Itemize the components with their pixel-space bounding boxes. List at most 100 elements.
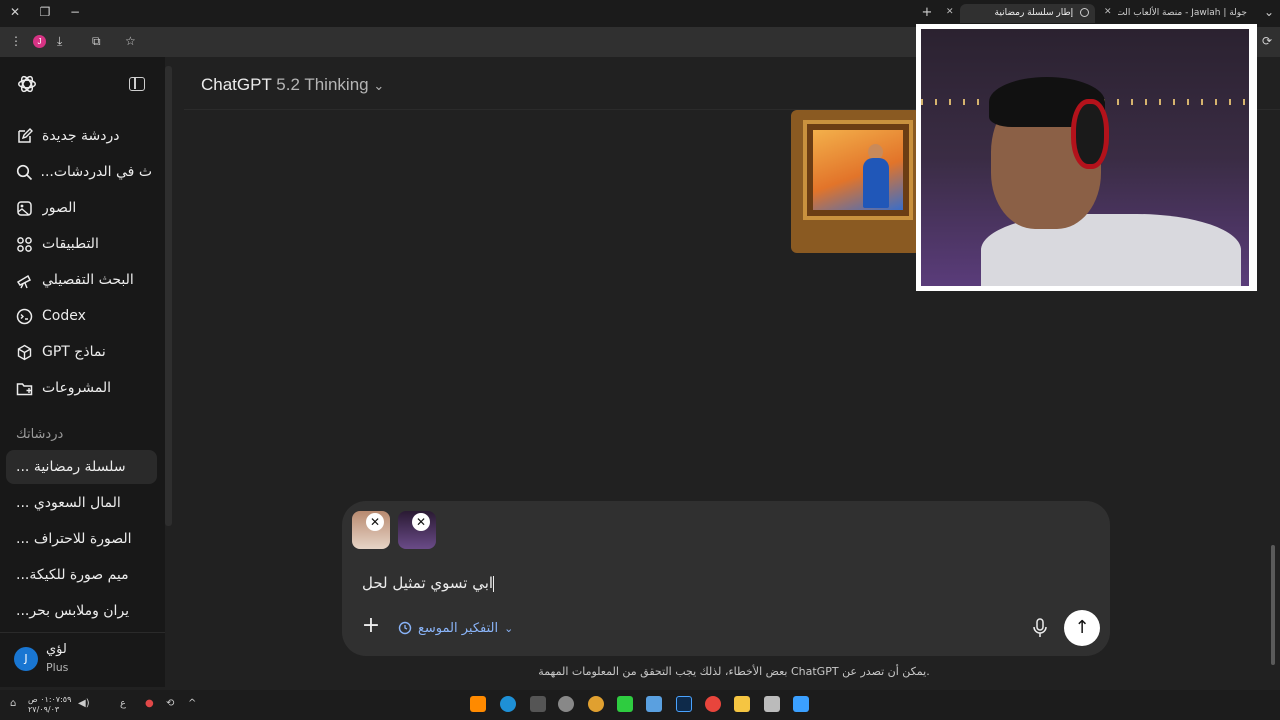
extended-thinking-label: التفكير الموسع [418, 620, 499, 636]
chrome-icon[interactable] [705, 696, 721, 712]
browser-tab-bar: ✕ ❐ − + ✕ إطار سلسلة رمضانية ✕ جولة | Ja… [0, 0, 1280, 27]
sidebar-item-projects[interactable]: المشروعات [0, 373, 160, 403]
user-plan: Plus [46, 661, 69, 674]
window-close-icon[interactable]: ✕ [6, 5, 24, 19]
volume-icon[interactable]: ◀) [78, 698, 90, 709]
tab-close-icon[interactable]: ✕ [946, 7, 954, 17]
model-version: 5.2 Thinking [276, 75, 369, 94]
profile-avatar[interactable]: J [33, 35, 46, 48]
generated-image[interactable] [791, 110, 921, 253]
sidebar-item-label: البحث التفصيلي [42, 272, 134, 288]
new-tab-button[interactable]: + [918, 5, 936, 20]
images-icon [16, 200, 42, 217]
tab-close-icon[interactable]: ✕ [1104, 7, 1112, 17]
discord-icon[interactable] [588, 696, 604, 712]
codex-icon [16, 308, 42, 325]
clock-time: ٠١:٠٧:٥٩ ص [28, 695, 72, 704]
sidebar-item-label: Codex [42, 308, 86, 324]
image-frame [803, 120, 913, 220]
message-composer: ✕ ✕ ابي تسوي تمثيل لحل + التفكير الموسع … [342, 501, 1110, 656]
language-indicator[interactable]: ع [120, 698, 126, 709]
chat-item[interactable]: ... سلسلة رمضانية [6, 450, 157, 484]
remove-attachment-icon[interactable]: ✕ [412, 513, 430, 531]
start-menu-icon[interactable] [793, 696, 809, 712]
app-icon[interactable] [530, 696, 546, 712]
chatgpt-app-icon[interactable] [558, 696, 574, 712]
browser-tab[interactable]: جولة | Jawlah - منصة الألعاب الت [1118, 4, 1253, 23]
prompt-text: ابي تسوي تمثيل لحل [362, 574, 494, 592]
remove-attachment-icon[interactable]: ✕ [366, 513, 384, 531]
sidebar-item-label: التطبيقات [42, 236, 99, 252]
headset-icon [1071, 99, 1109, 169]
sidebar-item-apps[interactable]: التطبيقات [0, 229, 160, 259]
sidebar-item-label: دردشة جديدة [42, 128, 120, 144]
extended-thinking-button[interactable]: التفكير الموسع ⌄ [398, 617, 513, 639]
chat-item[interactable]: ... المال السعودي [6, 486, 157, 520]
sidebar-item-new-chat[interactable]: دردشة جديدة [0, 121, 160, 151]
bookmark-star-icon[interactable]: ☆ [125, 34, 136, 48]
edge-icon[interactable] [500, 696, 516, 712]
sidebar-item-deep-research[interactable]: البحث التفصيلي [0, 265, 160, 295]
sidebar-item-gpts[interactable]: نماذج GPT [0, 337, 160, 367]
clock-date: ٢٧/٠٩/٠٣ [28, 705, 60, 714]
webcam-video [921, 29, 1249, 286]
avatar: J [14, 647, 38, 671]
sidebar: دردشة جديدة ث في الدردشات... الصور التطب… [0, 57, 165, 687]
sidebar-item-images[interactable]: الصور [0, 193, 160, 223]
menu-kebab-icon[interactable]: ⋮ [10, 34, 22, 48]
chevron-down-icon: ⌄ [504, 621, 514, 635]
notepad-icon[interactable] [646, 696, 662, 712]
chats-section-title: دردشاتك [16, 427, 64, 442]
sidebar-item-label: ث في الدردشات... [42, 164, 152, 180]
sidebar-item-label: المشروعات [42, 380, 112, 396]
user-name: لؤي [46, 642, 67, 657]
main-scrollbar[interactable] [1270, 60, 1276, 685]
chatgpt-favicon-icon [1080, 8, 1089, 17]
chat-item[interactable]: ...يران وملابس بحر [6, 594, 157, 628]
chevron-down-icon: ⌄ [373, 78, 385, 93]
chat-item[interactable]: ...ميم صورة للكيكة [6, 558, 157, 592]
model-selector[interactable]: ChatGPT 5.2 Thinking ⌄ [201, 75, 384, 95]
sidebar-item-codex[interactable]: Codex [0, 301, 160, 331]
clock[interactable]: ٠١:٠٧:٥٩ ص ٢٧/٠٩/٠٣ [28, 695, 71, 715]
disclaimer-text: بعض الأخطاء، لذلك يجب التحقق من المعلوما… [538, 665, 930, 678]
vlc-icon[interactable] [470, 696, 486, 712]
cube-icon [16, 344, 42, 361]
webcam-overlay [916, 24, 1257, 291]
add-attachment-button[interactable]: + [358, 614, 384, 640]
prompt-input[interactable]: ابي تسوي تمثيل لحل [362, 574, 495, 592]
user-account[interactable]: J لؤي Plus [0, 632, 165, 687]
extensions-icon[interactable]: ⧉ [92, 34, 101, 49]
kick-icon[interactable] [617, 696, 633, 712]
reload-icon[interactable]: ⟳ [1262, 34, 1272, 48]
browser-tab-active[interactable]: إطار سلسلة رمضانية [960, 4, 1095, 23]
sidebar-toggle-icon[interactable] [129, 77, 145, 91]
apps-icon [16, 236, 42, 253]
tab-search-icon[interactable]: ⌄ [1260, 5, 1278, 19]
notification-icon[interactable]: ⌂ [10, 698, 16, 709]
scrollbar-thumb[interactable] [1271, 545, 1275, 665]
task-view-icon[interactable] [764, 696, 780, 712]
sidebar-item-search[interactable]: ث في الدردشات... [0, 157, 160, 187]
sidebar-item-label: نماذج GPT [42, 344, 106, 360]
window-minimize-icon[interactable]: − [66, 5, 84, 19]
download-icon[interactable]: ⤓ [57, 34, 62, 49]
microphone-icon[interactable]: ● [145, 698, 154, 709]
send-button[interactable]: ↑ [1064, 610, 1100, 646]
network-icon[interactable]: ⟲ [166, 698, 174, 709]
tab-title: إطار سلسلة رمضانية [994, 8, 1074, 18]
thinking-clock-icon [398, 621, 412, 635]
window-restore-icon[interactable]: ❐ [36, 5, 54, 19]
os-taskbar: ⌂ ٠١:٠٧:٥٩ ص ٢٧/٠٩/٠٣ ◀) ع ● ⟲ ^ [0, 690, 1280, 720]
model-name: ChatGPT [201, 75, 272, 94]
microphone-icon[interactable] [1030, 617, 1050, 639]
folder-plus-icon [16, 380, 42, 397]
chat-item[interactable]: ... الصورة للاحتراف [6, 522, 157, 556]
sidebar-scrollbar[interactable] [165, 66, 172, 526]
text-caret [493, 575, 495, 592]
openai-logo-icon[interactable] [16, 73, 38, 95]
chevron-up-icon[interactable]: ^ [188, 698, 196, 709]
photoshop-icon[interactable] [676, 696, 692, 712]
sidebar-item-label: الصور [42, 200, 77, 216]
file-explorer-icon[interactable] [734, 696, 750, 712]
